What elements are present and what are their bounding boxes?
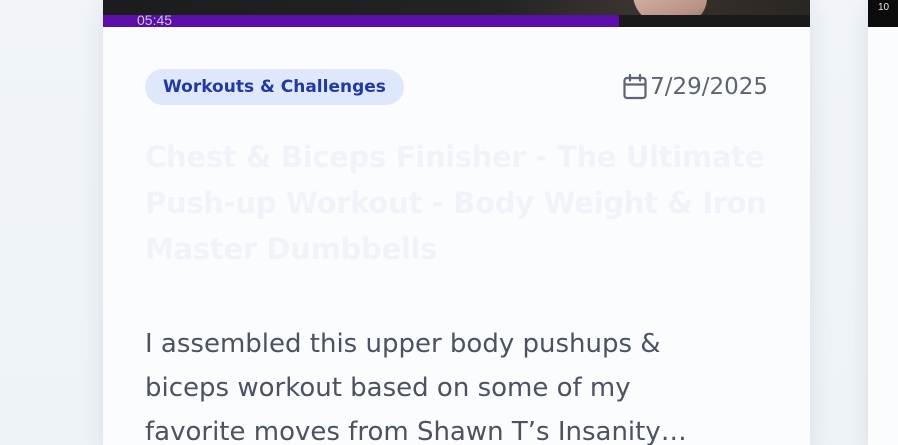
publish-date: 7/29/2025: [622, 72, 768, 102]
next-video-card[interactable]: 10: [868, 0, 898, 445]
video-progress-bar: [103, 15, 619, 27]
video-thumbnail[interactable]: 05:45: [103, 0, 810, 27]
video-title[interactable]: Chest & Biceps Finisher - The Ultimate P…: [145, 134, 785, 272]
video-progress-track: [619, 15, 810, 27]
calendar-icon: [622, 73, 648, 101]
video-card[interactable]: 05:45 Workouts & Challenges 7/29/2025 Ch…: [103, 0, 810, 445]
category-badge[interactable]: Workouts & Challenges: [145, 69, 404, 105]
video-description: I assembled this upper body pushups & bi…: [145, 329, 687, 445]
next-video-thumbnail[interactable]: 10: [868, 0, 898, 27]
video-timestamp: 05:45: [137, 12, 173, 27]
date-text: 7/29/2025: [650, 74, 768, 100]
next-video-timestamp: 10: [878, 2, 890, 13]
